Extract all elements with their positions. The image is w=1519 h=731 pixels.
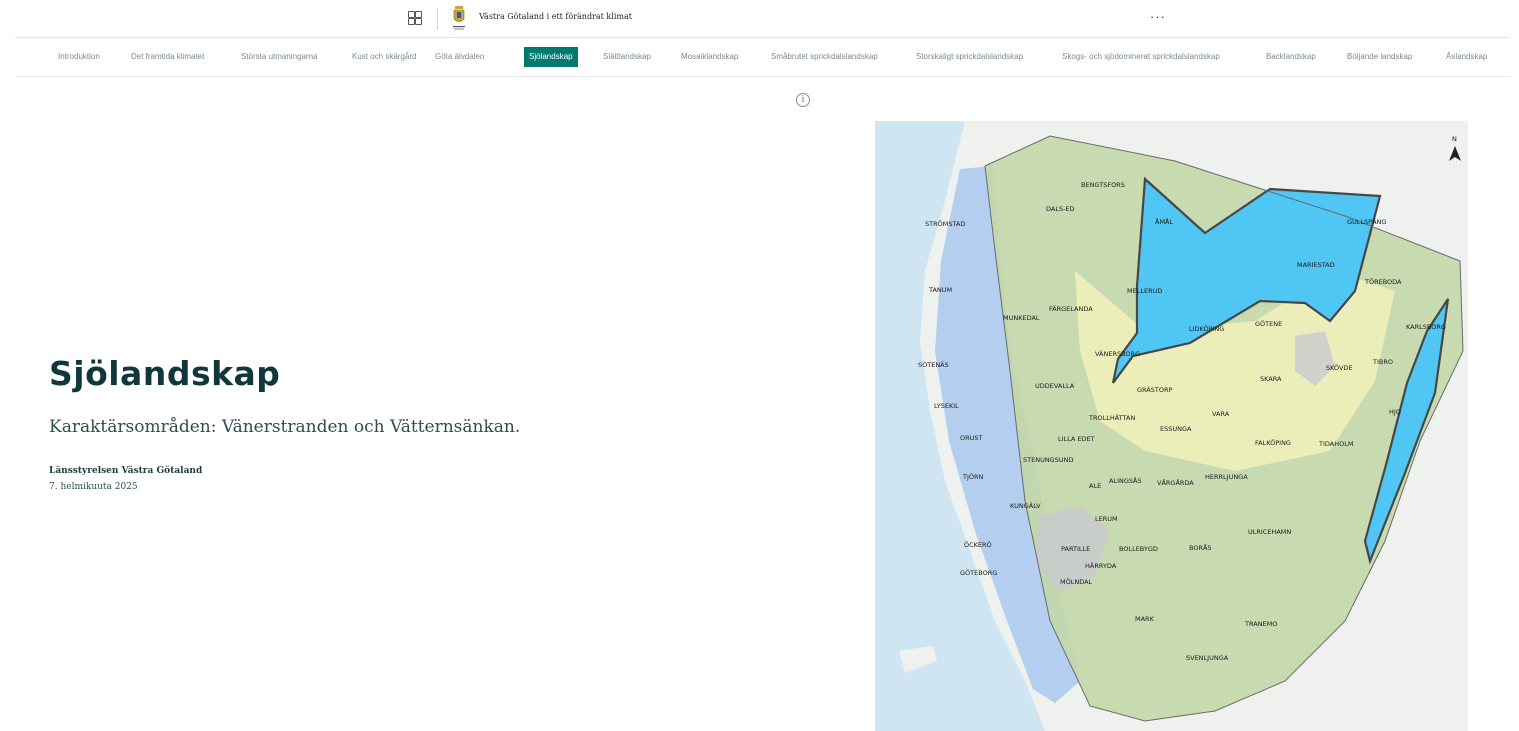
divider — [15, 37, 1510, 38]
town-label: GÖTEBORG — [960, 568, 997, 577]
town-label: TIDAHOLM — [1318, 440, 1353, 448]
town-label: VÅRGÅRDA — [1157, 478, 1194, 487]
town-label: GÖTENE — [1255, 319, 1282, 328]
apps-grid-icon[interactable] — [408, 11, 422, 25]
town-label: ÅMÅL — [1155, 217, 1174, 226]
top-bar: Västra Götaland i ett förändrat klimat ·… — [0, 0, 1519, 37]
town-label: TANUM — [928, 286, 952, 294]
town-label: SVENLJUNGA — [1186, 654, 1229, 662]
tab-backlandskap[interactable]: Backlandskap — [1266, 47, 1316, 67]
town-label: FALKÖPING — [1255, 438, 1291, 447]
county-coat-of-arms-logo — [453, 6, 465, 30]
town-label: TIBRO — [1372, 358, 1393, 366]
town-label: HÄRRYDA — [1085, 561, 1117, 570]
town-label: DALS-ED — [1046, 205, 1075, 213]
town-label: STRÖMSTAD — [925, 219, 965, 228]
town-label: KUNGÄLV — [1010, 501, 1041, 510]
cover-author: Länsstyrelsen Västra Götaland — [49, 466, 203, 476]
town-label: LERUM — [1095, 515, 1118, 523]
town-label: MARIESTAD — [1297, 261, 1335, 269]
more-options-button[interactable]: ··· — [1150, 9, 1166, 24]
header-divider — [437, 8, 438, 30]
tab-gota-alvdalen[interactable]: Göta älvdalen — [435, 47, 484, 67]
town-label: BENGTSFORS — [1081, 181, 1125, 189]
tab-slattlandskap[interactable]: Slättlandskap — [603, 47, 651, 67]
town-label: KARLSBORG — [1406, 323, 1446, 331]
cover-title: Sjölandskap — [49, 354, 281, 393]
app-title: Västra Götaland i ett förändrat klimat — [479, 12, 632, 21]
tab-storskaligt-sprickdalslandskap[interactable]: Storskaligt sprickdalslandskap — [916, 47, 1023, 67]
town-label: FÄRGELANDA — [1049, 304, 1093, 313]
tab-kust-och-skargard[interactable]: Kust och skärgård — [352, 47, 416, 67]
town-label: TJÖRN — [962, 472, 984, 481]
cover-date: 7. helmikuuta 2025 — [49, 482, 138, 492]
town-label: SKARA — [1260, 375, 1282, 383]
tab-storsta-utmaningarna[interactable]: Största utmaningarna — [241, 47, 318, 67]
town-label: TÖREBODA — [1364, 277, 1402, 286]
town-label: LILLA EDET — [1058, 435, 1095, 443]
tab-skogs-och-sjodominerat-sprickdalslandskap[interactable]: Skogs- och sjödominerat sprickdalslandsk… — [1062, 47, 1220, 67]
town-label: HERRLJUNGA — [1205, 473, 1248, 481]
town-label: SKÖVDE — [1326, 363, 1353, 372]
tab-smabrutet-sprickdalslandskap[interactable]: Småbrutet sprickdalslandskap — [771, 47, 878, 67]
tab-boljande-landskap[interactable]: Böljande landskap — [1347, 47, 1412, 67]
tab-introduktion[interactable]: Introduktion — [58, 47, 100, 67]
town-label: TRANEMO — [1244, 620, 1277, 628]
north-label: N — [1452, 135, 1457, 143]
tab-det-framtida-klimatet[interactable]: Det framtida klimatet — [131, 47, 204, 67]
info-icon[interactable]: i — [796, 93, 810, 107]
town-label: LYSEKIL — [934, 402, 959, 410]
town-label: ÖCKERÖ — [964, 540, 992, 549]
town-label: LIDKÖPING — [1189, 324, 1224, 333]
town-label: MUNKEDAL — [1003, 314, 1040, 322]
town-label: UDDEVALLA — [1035, 382, 1075, 390]
town-label: MÖLNDAL — [1060, 577, 1093, 586]
town-label: SOTENÄS — [918, 360, 949, 369]
divider — [15, 76, 1510, 77]
map-canvas: N BENGTSFORS DALS-ED STRÖMSTAD ÅMÅL GULL… — [875, 121, 1468, 731]
town-label: GRÄSTORP — [1137, 385, 1172, 394]
section-nav: Introduktion Det framtida klimatet Störs… — [0, 47, 1519, 67]
town-label: MARK — [1135, 615, 1155, 623]
tab-aslandskap[interactable]: Åslandskap — [1446, 47, 1487, 67]
town-label: VÄNERSBORG — [1095, 349, 1140, 358]
town-label: VARA — [1212, 410, 1230, 418]
town-label: ALE — [1089, 482, 1101, 490]
town-label: BOLLEBYGD — [1119, 545, 1158, 553]
town-label: ESSUNGA — [1160, 425, 1192, 433]
town-label: ALINGSÅS — [1109, 476, 1142, 485]
town-label: ORUST — [960, 434, 983, 442]
town-label: STENUNGSUND — [1023, 456, 1073, 464]
town-label: GULLSPÅNG — [1347, 217, 1386, 226]
town-label: HJO — [1389, 408, 1401, 416]
tab-sjolandskap[interactable]: Sjölandskap — [524, 47, 578, 67]
tab-mosaiklandskap[interactable]: Mosaiklandskap — [681, 47, 738, 67]
town-label: TROLLHÄTTAN — [1088, 413, 1135, 422]
cover-subtitle: Karaktärsområden: Vänerstranden och Vätt… — [49, 417, 521, 437]
town-label: ULRICEHAMN — [1248, 528, 1291, 536]
town-label: BORÅS — [1189, 543, 1212, 552]
town-label: MELLERUD — [1127, 287, 1162, 295]
region-map[interactable]: N BENGTSFORS DALS-ED STRÖMSTAD ÅMÅL GULL… — [875, 121, 1468, 731]
town-label: PARTILLE — [1061, 545, 1090, 553]
